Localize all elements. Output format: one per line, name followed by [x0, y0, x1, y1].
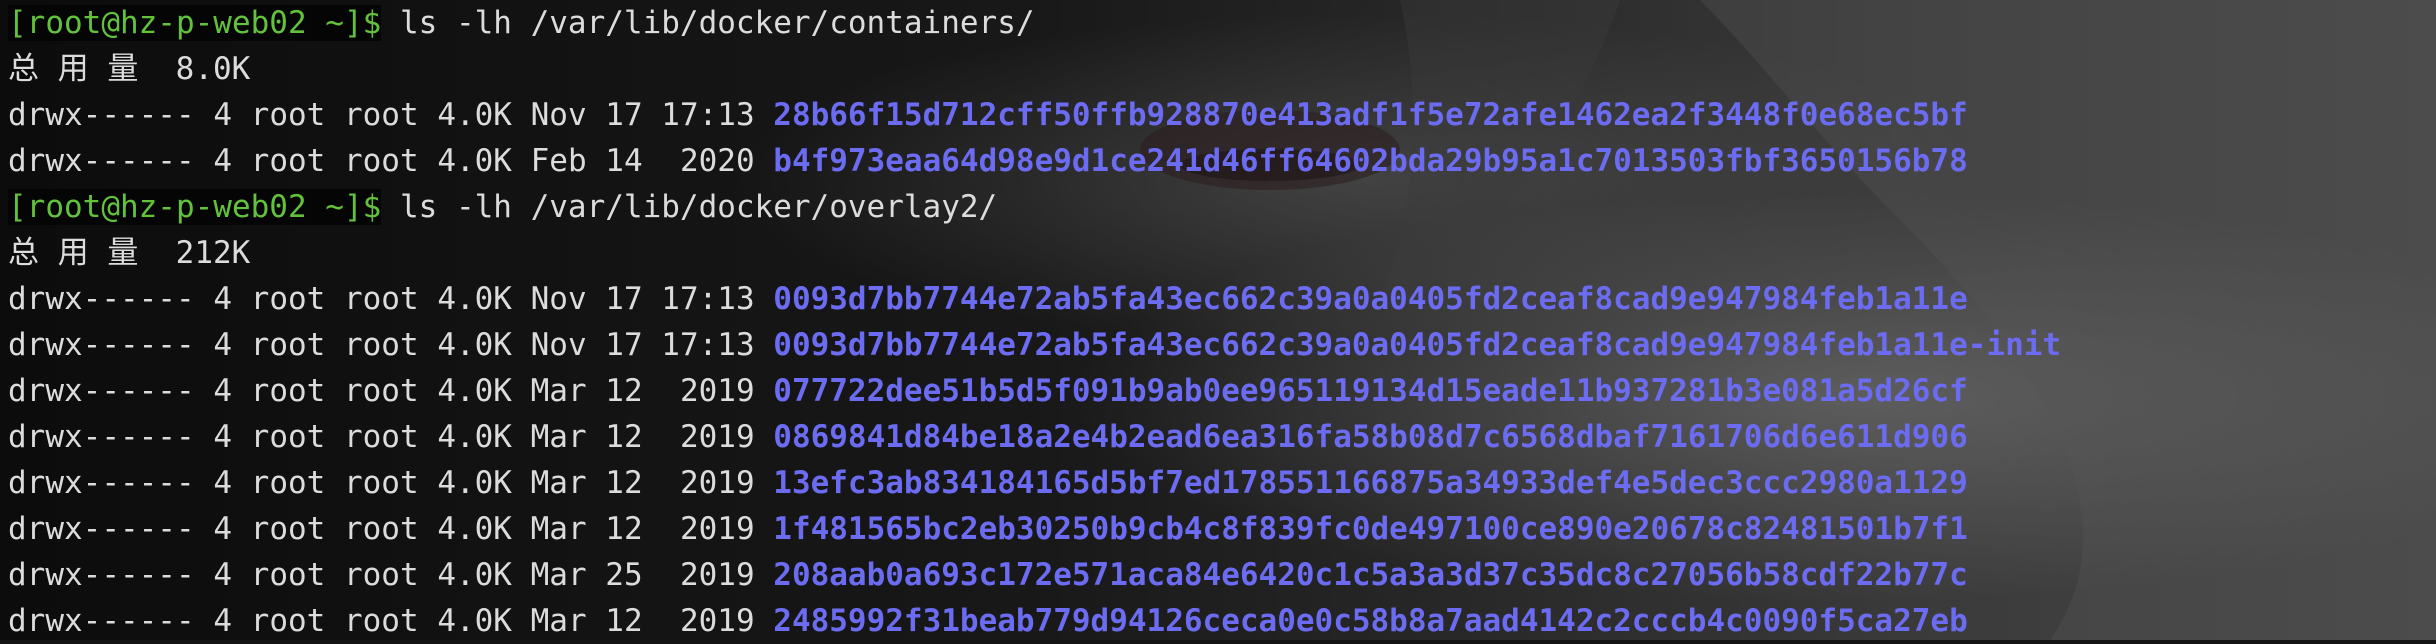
total-size-line: 总 用 量 212K [8, 235, 251, 271]
shell-prompt: [root@hz-p-web02 ~]$ [8, 189, 382, 225]
link-count: 4 [213, 143, 232, 179]
owner: root [250, 419, 326, 455]
directory-name: 208aab0a693c172e571aca84e6420c1c5a3a3d37… [773, 557, 1968, 593]
file-size: 4.0K [437, 557, 512, 593]
owner: root [250, 97, 326, 133]
permissions: drwx------ [8, 143, 195, 179]
directory-name: 28b66f15d712cff50ffb928870e413adf1f5e72a… [773, 97, 1968, 133]
terminal-window[interactable]: [root@hz-p-web02 ~]$ ls -lh /var/lib/doc… [0, 0, 2436, 640]
group: root [343, 143, 419, 179]
permissions: drwx------ [8, 281, 195, 317]
permissions: drwx------ [8, 603, 195, 639]
modified-date: Nov 17 17:13 [530, 327, 755, 363]
file-size: 4.0K [437, 465, 512, 501]
modified-date: Mar 25 2019 [530, 557, 755, 593]
group: root [343, 327, 419, 363]
modified-date: Mar 12 2019 [530, 373, 755, 409]
command-text: ls -lh /var/lib/docker/overlay2/ [399, 189, 998, 225]
file-size: 4.0K [437, 143, 512, 179]
permissions: drwx------ [8, 327, 195, 363]
command-line: [root@hz-p-web02 ~]$ ls -lh /var/lib/doc… [8, 0, 2436, 46]
file-size: 4.0K [437, 511, 512, 547]
group: root [343, 419, 419, 455]
listing-row: drwx------ 4 root root 4.0K Nov 17 17:13… [8, 92, 2436, 138]
group: root [343, 603, 419, 639]
file-size: 4.0K [437, 327, 512, 363]
owner: root [250, 327, 326, 363]
permissions: drwx------ [8, 373, 195, 409]
directory-name: 2485992f31beab779d94126ceca0e0c58b8a7aad… [773, 603, 1968, 639]
group: root [343, 281, 419, 317]
link-count: 4 [213, 419, 232, 455]
permissions: drwx------ [8, 557, 195, 593]
listing-row: drwx------ 4 root root 4.0K Mar 12 2019 … [8, 414, 2436, 460]
command-block-overlay2: [root@hz-p-web02 ~]$ ls -lh /var/lib/doc… [8, 184, 2436, 644]
modified-date: Mar 12 2019 [530, 511, 755, 547]
permissions: drwx------ [8, 419, 195, 455]
owner: root [250, 511, 326, 547]
directory-name: b4f973eaa64d98e9d1ce241d46ff64602bda29b9… [773, 143, 1968, 179]
link-count: 4 [213, 373, 232, 409]
link-count: 4 [213, 603, 232, 639]
listing-row: drwx------ 4 root root 4.0K Mar 12 2019 … [8, 598, 2436, 644]
modified-date: Mar 12 2019 [530, 465, 755, 501]
permissions: drwx------ [8, 97, 195, 133]
total-size-line: 总 用 量 8.0K [8, 51, 251, 87]
file-size: 4.0K [437, 281, 512, 317]
command-block-containers: [root@hz-p-web02 ~]$ ls -lh /var/lib/doc… [8, 0, 2436, 184]
link-count: 4 [213, 557, 232, 593]
file-size: 4.0K [437, 373, 512, 409]
group: root [343, 373, 419, 409]
link-count: 4 [213, 511, 232, 547]
directory-name: 0093d7bb7744e72ab5fa43ec662c39a0a0405fd2… [773, 327, 2062, 363]
modified-date: Mar 12 2019 [530, 419, 755, 455]
owner: root [250, 465, 326, 501]
listing-row: drwx------ 4 root root 4.0K Mar 25 2019 … [8, 552, 2436, 598]
command-line: [root@hz-p-web02 ~]$ ls -lh /var/lib/doc… [8, 184, 2436, 230]
link-count: 4 [213, 97, 232, 133]
link-count: 4 [213, 327, 232, 363]
group: root [343, 465, 419, 501]
file-size: 4.0K [437, 97, 512, 133]
directory-name: 1f481565bc2eb30250b9cb4c8f839fc0de497100… [773, 511, 1968, 547]
file-size: 4.0K [437, 419, 512, 455]
owner: root [250, 281, 326, 317]
file-size: 4.0K [437, 603, 512, 639]
directory-name: 0093d7bb7744e72ab5fa43ec662c39a0a0405fd2… [773, 281, 1968, 317]
owner: root [250, 373, 326, 409]
permissions: drwx------ [8, 465, 195, 501]
directory-name: 13efc3ab834184165d5bf7ed178551166875a349… [773, 465, 1968, 501]
link-count: 4 [213, 281, 232, 317]
shell-prompt: [root@hz-p-web02 ~]$ [8, 5, 382, 41]
permissions: drwx------ [8, 511, 195, 547]
owner: root [250, 603, 326, 639]
modified-date: Nov 17 17:13 [530, 97, 755, 133]
group: root [343, 511, 419, 547]
directory-name: 077722dee51b5d5f091b9ab0ee965119134d15ea… [773, 373, 1968, 409]
listing-row: drwx------ 4 root root 4.0K Nov 17 17:13… [8, 322, 2436, 368]
directory-name: 0869841d84be18a2e4b2ead6ea316fa58b08d7c6… [773, 419, 1968, 455]
listing-row: drwx------ 4 root root 4.0K Feb 14 2020 … [8, 138, 2436, 184]
command-text: ls -lh /var/lib/docker/containers/ [399, 5, 1035, 41]
modified-date: Mar 12 2019 [530, 603, 755, 639]
link-count: 4 [213, 465, 232, 501]
listing-row: drwx------ 4 root root 4.0K Mar 12 2019 … [8, 506, 2436, 552]
modified-date: Nov 17 17:13 [530, 281, 755, 317]
group: root [343, 557, 419, 593]
listing-row: drwx------ 4 root root 4.0K Nov 17 17:13… [8, 276, 2436, 322]
listing-row: drwx------ 4 root root 4.0K Mar 12 2019 … [8, 460, 2436, 506]
owner: root [250, 557, 326, 593]
listing-row: drwx------ 4 root root 4.0K Mar 12 2019 … [8, 368, 2436, 414]
owner: root [250, 143, 326, 179]
modified-date: Feb 14 2020 [530, 143, 755, 179]
group: root [343, 97, 419, 133]
